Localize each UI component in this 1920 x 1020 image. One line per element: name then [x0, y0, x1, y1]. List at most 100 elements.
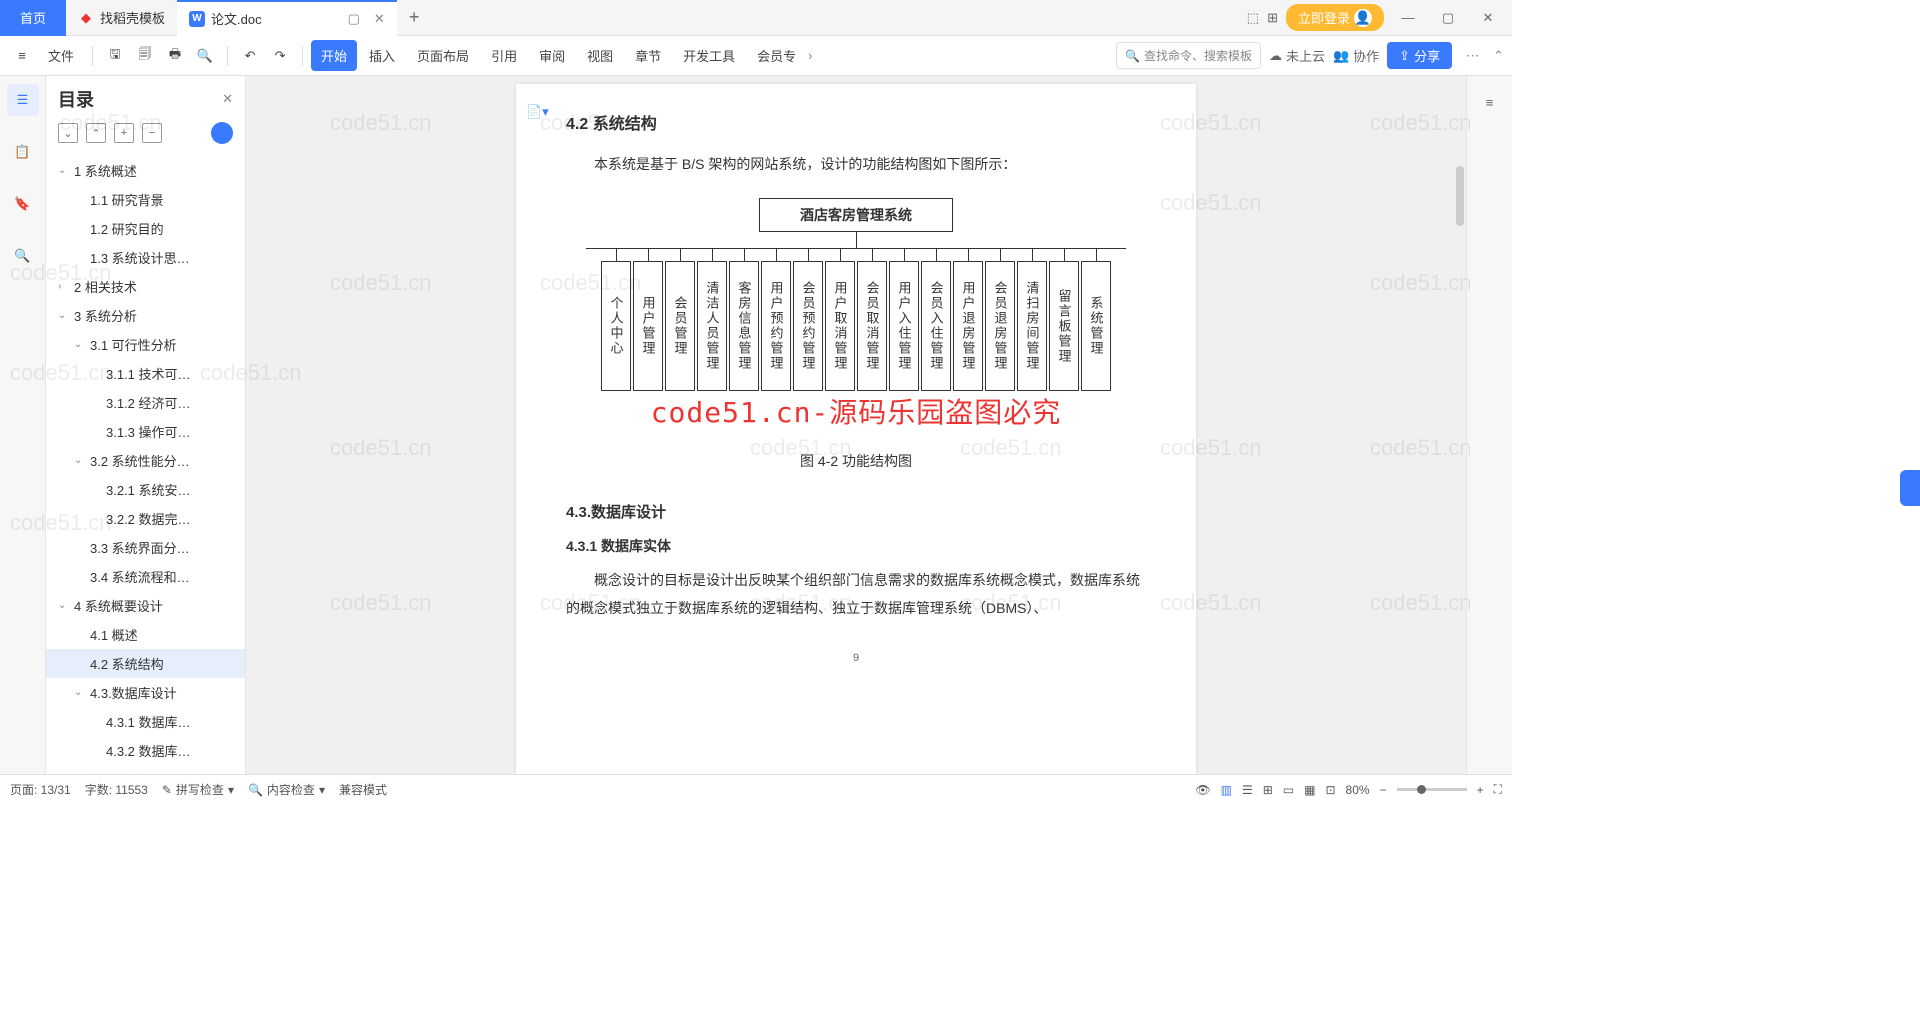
eye-icon[interactable]: 👁: [1195, 783, 1210, 797]
diagram-box: 客房信息管理: [729, 261, 759, 391]
redo-icon[interactable]: ↷: [266, 42, 294, 70]
spellcheck-button[interactable]: ✎拼写检查 ▾: [162, 781, 234, 798]
outline-item[interactable]: 3.1.3 操作可…: [46, 417, 245, 446]
menu-insert[interactable]: 插入: [359, 40, 405, 71]
outline-item[interactable]: ⌄5 系统详细实现: [46, 765, 245, 774]
close-button[interactable]: ✕: [1472, 4, 1504, 32]
outline-item[interactable]: 3.2.2 数据完…: [46, 504, 245, 533]
zoom-slider[interactable]: [1397, 788, 1467, 791]
outline-item[interactable]: 4.2 系统结构: [46, 649, 245, 678]
outline-item[interactable]: 3.1.2 经济可…: [46, 388, 245, 417]
more-icon[interactable]: ⋯: [1460, 48, 1485, 64]
scrollbar-thumb[interactable]: [1456, 166, 1464, 226]
outline-item[interactable]: 4.3.2 数据库…: [46, 736, 245, 765]
diagram-box: 会员管理: [665, 261, 695, 391]
search-rail-button[interactable]: 🔍: [7, 240, 39, 272]
view-focus-icon[interactable]: ▦: [1304, 783, 1315, 797]
outline-item[interactable]: 1.1 研究背景: [46, 185, 245, 214]
chevron-icon: ⌄: [58, 310, 70, 321]
outline-label: 1 系统概述: [74, 161, 137, 180]
outline-rail-button[interactable]: ☰: [7, 84, 39, 116]
outline-item[interactable]: ⌄1 系统概述: [46, 156, 245, 185]
close-icon[interactable]: ✕: [222, 91, 233, 107]
zoom-value[interactable]: 80%: [1346, 783, 1370, 797]
layout-icon[interactable]: ⬚: [1247, 10, 1259, 26]
remove-icon[interactable]: −: [142, 123, 162, 143]
menu-file[interactable]: 文件: [38, 40, 84, 71]
outline-item[interactable]: ⌄4.3.数据库设计: [46, 678, 245, 707]
outline-item[interactable]: 1.3 系统设计思…: [46, 243, 245, 272]
diagram-line: [936, 249, 937, 261]
outline-item[interactable]: ⌄3.1 可行性分析: [46, 330, 245, 359]
outline-label: 3.2.1 系统安…: [106, 480, 191, 499]
outline-item[interactable]: 4.3.1 数据库…: [46, 707, 245, 736]
outline-item[interactable]: ⌄3.2 系统性能分…: [46, 446, 245, 475]
zoom-thumb[interactable]: [1417, 785, 1426, 794]
format-rail-button[interactable]: ≡: [1474, 86, 1506, 118]
new-tab-button[interactable]: +: [397, 7, 432, 28]
undo-icon[interactable]: ↶: [236, 42, 264, 70]
collapse-all-icon[interactable]: ⌄: [58, 123, 78, 143]
menu-dev[interactable]: 开发工具: [673, 40, 745, 71]
menu-icon[interactable]: ≡: [8, 42, 36, 70]
saveas-icon[interactable]: 🗐: [131, 42, 159, 70]
save-icon[interactable]: 🖫: [101, 42, 129, 70]
fullscreen-icon[interactable]: ⛶: [1494, 782, 1502, 797]
tab-present-icon[interactable]: ▢: [348, 11, 360, 27]
word-count[interactable]: 字数: 11553: [85, 781, 148, 798]
content-check-button[interactable]: 🔍内容检查 ▾: [248, 781, 325, 798]
compat-mode[interactable]: 兼容模式: [339, 781, 387, 798]
view-read-icon[interactable]: ▭: [1283, 783, 1294, 797]
outline-item[interactable]: 1.2 研究目的: [46, 214, 245, 243]
zoom-in-button[interactable]: +: [1477, 783, 1484, 797]
login-button[interactable]: 立即登录 👤: [1286, 4, 1384, 31]
zoom-out-button[interactable]: −: [1380, 783, 1387, 797]
outline-item[interactable]: 3.2.1 系统安…: [46, 475, 245, 504]
bookmark-rail-button[interactable]: 🔖: [7, 188, 39, 220]
outline-item[interactable]: ›2 相关技术: [46, 272, 245, 301]
view-web-icon[interactable]: ⊞: [1263, 783, 1273, 797]
menu-view[interactable]: 视图: [577, 40, 623, 71]
expand-all-icon[interactable]: ⌃: [86, 123, 106, 143]
collab-button[interactable]: 👥 协作: [1333, 46, 1379, 65]
print-icon[interactable]: 🖶: [161, 42, 189, 70]
maximize-button[interactable]: ▢: [1432, 4, 1464, 32]
cloud-status[interactable]: ☁ 未上云: [1269, 46, 1325, 65]
outline-item[interactable]: 3.4 系统流程和…: [46, 562, 245, 591]
menu-review[interactable]: 审阅: [529, 40, 575, 71]
tab-document[interactable]: W 论文.doc ▢ ✕: [177, 0, 397, 36]
outline-item[interactable]: 3.3 系统界面分…: [46, 533, 245, 562]
page-format-icon[interactable]: 📄▾: [526, 104, 549, 120]
add-icon[interactable]: +: [114, 123, 134, 143]
sync-icon[interactable]: [211, 122, 233, 144]
menu-start[interactable]: 开始: [311, 40, 357, 71]
minimize-button[interactable]: —: [1392, 4, 1424, 32]
print-preview-icon[interactable]: 🔍: [191, 42, 219, 70]
outline-item[interactable]: 4.1 概述: [46, 620, 245, 649]
share-button[interactable]: ⇪ 分享: [1387, 42, 1452, 69]
side-tab[interactable]: [1900, 470, 1920, 506]
menu-member[interactable]: 会员专: [747, 40, 806, 71]
clipboard-rail-button[interactable]: 📋: [7, 136, 39, 168]
tab-template[interactable]: ◆ 找稻壳模板: [66, 0, 177, 36]
menu-ref[interactable]: 引用: [481, 40, 527, 71]
view-page-icon[interactable]: ▥: [1221, 783, 1232, 797]
outline-item[interactable]: ⌄4 系统概要设计: [46, 591, 245, 620]
tab-home[interactable]: 首页: [0, 0, 66, 36]
outline-item[interactable]: 3.1.1 技术可…: [46, 359, 245, 388]
view-outline-icon[interactable]: ☰: [1242, 783, 1253, 797]
collapse-icon[interactable]: ⌃: [1493, 48, 1504, 64]
chevron-icon: ⌄: [74, 687, 86, 698]
diagram-line: [1000, 249, 1001, 261]
menu-more-icon[interactable]: ›: [808, 48, 812, 63]
apps-icon[interactable]: ⊞: [1267, 10, 1278, 26]
ruler-icon[interactable]: ⊡: [1325, 783, 1335, 797]
diagram-child: 用户预约管理: [761, 249, 791, 391]
search-input[interactable]: 🔍 查找命令、搜索模板: [1116, 42, 1261, 69]
menu-layout[interactable]: 页面布局: [407, 40, 479, 71]
document-area[interactable]: 📄▾ 4.2 系统结构 本系统是基于 B/S 架构的网站系统，设计的功能结构图如…: [246, 76, 1466, 774]
page-count[interactable]: 页面: 13/31: [10, 781, 71, 798]
outline-item[interactable]: ⌄3 系统分析: [46, 301, 245, 330]
menu-chapter[interactable]: 章节: [625, 40, 671, 71]
close-icon[interactable]: ✕: [374, 11, 385, 27]
